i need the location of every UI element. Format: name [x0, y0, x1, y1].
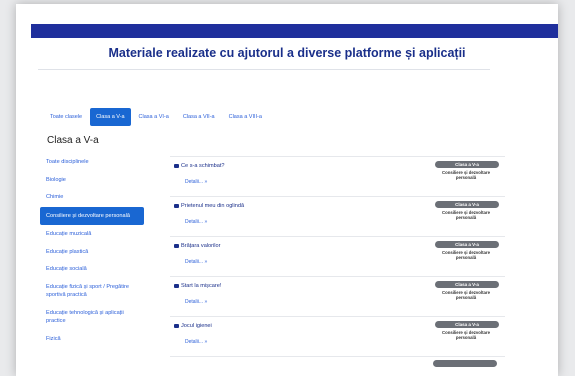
list-item: Jocul igienei Detalii... » Clasa a V-a C…	[170, 316, 505, 356]
document-icon	[174, 244, 179, 248]
document-icon	[174, 284, 179, 288]
details-link[interactable]: Detalii... »	[185, 339, 207, 345]
class-badge: Clasa a V-a	[435, 321, 499, 328]
subject-label: Consiliere și dezvoltare personală	[441, 170, 490, 180]
title-divider	[38, 69, 490, 70]
material-title-link[interactable]: Brățara valorilor	[174, 243, 220, 249]
class-tabs: Toate clasele Clasa a V-a Clasa a VI-a C…	[44, 108, 268, 126]
sidebar-item-educatie-plastica[interactable]: Educație plastică	[40, 244, 144, 261]
page-container: Materiale realizate cu ajutorul a divers…	[16, 4, 558, 376]
sidebar-item-educatie-sociala[interactable]: Educație socială	[40, 261, 144, 278]
tab-class-8[interactable]: Clasa a VIII-a	[223, 109, 268, 125]
subject-label: Consiliere și dezvoltare personală	[441, 210, 490, 220]
material-title: Ce s-a schimbat?	[181, 163, 225, 169]
details-link[interactable]: Detalii... »	[185, 259, 207, 265]
section-title: Clasa a V-a	[47, 135, 99, 146]
list-item: Start la mișcare! Detalii... » Clasa a V…	[170, 276, 505, 316]
details-link[interactable]: Detalii... »	[185, 299, 207, 305]
material-title-link[interactable]: Start la mișcare!	[174, 283, 221, 289]
list-item: Ce s-a schimbat? Detalii... » Clasa a V-…	[170, 156, 505, 196]
class-badge: Clasa a V-a	[435, 201, 499, 208]
subject-label: Consiliere și dezvoltare personală	[441, 250, 490, 260]
material-title-link[interactable]: Prietenul meu din oglindă	[174, 203, 244, 209]
document-icon	[174, 204, 179, 208]
material-title: Start la mișcare!	[181, 283, 222, 289]
sidebar-item-all-subjects[interactable]: Toate disciplinele	[40, 154, 144, 171]
sidebar-item-chimie[interactable]: Chimie	[40, 189, 144, 206]
tab-class-5[interactable]: Clasa a V-a	[90, 108, 131, 126]
subject-sidebar: Toate disciplinele Biologie Chimie Consi…	[40, 154, 144, 348]
details-link[interactable]: Detalii... »	[185, 179, 207, 185]
class-badge: Clasa a V-a	[435, 161, 499, 168]
page-title: Materiale realizate cu ajutorul a divers…	[108, 46, 466, 60]
subject-label: Consiliere și dezvoltare personală	[441, 290, 490, 300]
list-divider	[170, 356, 505, 357]
tab-all-classes[interactable]: Toate clasele	[44, 109, 88, 125]
sidebar-item-fizica[interactable]: Fizică	[40, 331, 144, 348]
subject-label: Consiliere și dezvoltare personală	[441, 330, 490, 340]
document-icon	[174, 324, 179, 328]
materials-list: Ce s-a schimbat? Detalii... » Clasa a V-…	[170, 156, 505, 356]
sidebar-item-educatie-muzicala[interactable]: Educație muzicală	[40, 226, 144, 243]
class-badge: Clasa a V-a	[435, 281, 499, 288]
sidebar-item-educatie-tehnologica[interactable]: Educație tehnologică și aplicații practi…	[40, 305, 144, 330]
list-item: Prietenul meu din oglindă Detalii... » C…	[170, 196, 505, 236]
tab-class-6[interactable]: Clasa a VI-a	[133, 109, 175, 125]
material-title: Prietenul meu din oglindă	[181, 203, 245, 209]
material-title: Brățara valorilor	[181, 243, 221, 249]
material-title-link[interactable]: Jocul igienei	[174, 323, 212, 329]
sidebar-item-educatie-fizica[interactable]: Educație fizică și sport / Pregătire spo…	[40, 279, 144, 304]
sidebar-item-biologie[interactable]: Biologie	[40, 172, 144, 189]
top-navigation-bar	[31, 24, 558, 38]
class-badge	[433, 360, 497, 367]
document-icon	[174, 164, 179, 168]
material-title: Jocul igienei	[181, 323, 212, 329]
list-item: Brățara valorilor Detalii... » Clasa a V…	[170, 236, 505, 276]
class-badge: Clasa a V-a	[435, 241, 499, 248]
sidebar-item-consiliere[interactable]: Consiliere și dezvoltare personală	[40, 206, 144, 225]
tab-class-7[interactable]: Clasa a VII-a	[177, 109, 221, 125]
details-link[interactable]: Detalii... »	[185, 219, 207, 225]
material-title-link[interactable]: Ce s-a schimbat?	[174, 163, 225, 169]
